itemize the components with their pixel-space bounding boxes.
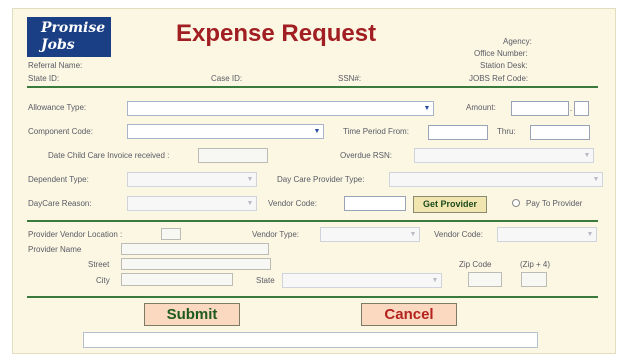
chevron-down-icon: ▼ — [423, 105, 431, 112]
referral-name-label: Referral Name: — [28, 61, 83, 70]
vendor-code-input[interactable] — [344, 196, 406, 211]
logo-line-1: Promise — [41, 20, 106, 36]
actions-divider — [27, 296, 598, 298]
vendor-type-select[interactable]: ▼ — [320, 227, 420, 242]
day-care-provider-type-label: Day Care Provider Type: — [277, 175, 365, 184]
component-code-label: Component Code: — [28, 127, 93, 136]
ssn-label: SSN#: — [338, 74, 362, 83]
chevron-down-icon: ▼ — [431, 277, 439, 284]
zip-code-label: Zip Code — [459, 260, 492, 269]
agency-label: Agency: — [503, 37, 532, 46]
chevron-down-icon: ▼ — [246, 176, 254, 183]
state-label: State — [256, 276, 275, 285]
allowance-type-select[interactable]: ▼ — [127, 101, 434, 116]
date-child-care-label: Date Child Care Invoice received : — [48, 151, 170, 160]
time-period-from-input[interactable] — [428, 125, 488, 140]
cancel-button[interactable]: Cancel — [361, 303, 457, 326]
provider-name-label: Provider Name — [28, 245, 82, 254]
promise-jobs-logo: Promise Jobs — [27, 17, 111, 57]
provider-vendor-code-select[interactable]: ▼ — [497, 227, 597, 242]
amount-dollars-input[interactable] — [511, 101, 569, 116]
case-id-label: Case ID: — [211, 74, 243, 83]
zip-code-input[interactable] — [468, 272, 502, 287]
chevron-down-icon: ▼ — [246, 200, 254, 207]
provider-vendor-location-input[interactable] — [161, 228, 181, 240]
chevron-down-icon: ▼ — [592, 176, 600, 183]
overdue-rsn-label: Overdue RSN: — [340, 151, 393, 160]
provider-divider — [27, 220, 598, 222]
overdue-rsn-select[interactable]: ▼ — [414, 148, 594, 163]
status-bar — [83, 332, 538, 348]
zip4-label: (Zip + 4) — [520, 260, 551, 269]
header-divider — [27, 86, 598, 88]
city-label: City — [96, 276, 110, 285]
chevron-down-icon: ▼ — [586, 231, 594, 238]
daycare-reason-label: DayCare Reason: — [28, 199, 92, 208]
page-title: Expense Request — [176, 20, 377, 47]
provider-vendor-code-label: Vendor Code: — [434, 230, 483, 239]
state-id-label: State ID: — [28, 74, 60, 83]
city-input[interactable] — [121, 273, 233, 286]
chevron-down-icon: ▼ — [409, 231, 417, 238]
vendor-code-label: Vendor Code: — [268, 199, 317, 208]
time-period-from-label: Time Period From: — [343, 127, 409, 136]
street-label: Street — [88, 260, 110, 269]
allowance-type-label: Allowance Type: — [28, 103, 87, 112]
amount-separator: . — [570, 104, 573, 113]
thru-input[interactable] — [530, 125, 590, 140]
amount-cents-input[interactable] — [574, 101, 589, 116]
component-code-select[interactable]: ▼ — [127, 124, 324, 139]
dependent-type-label: Dependent Type: — [28, 175, 89, 184]
chevron-down-icon: ▼ — [583, 152, 591, 159]
logo-line-2: Jobs — [41, 37, 75, 53]
pay-to-provider-radio[interactable] — [512, 199, 520, 207]
station-desk-label: Station Desk: — [480, 61, 528, 70]
office-number-label: Office Number: — [474, 49, 528, 58]
state-select[interactable]: ▼ — [282, 273, 442, 288]
date-child-care-input[interactable] — [198, 148, 268, 163]
street-input[interactable] — [121, 258, 271, 270]
zip4-input[interactable] — [521, 272, 547, 287]
pay-to-provider-label: Pay To Provider — [526, 199, 583, 208]
provider-vendor-location-label: Provider Vendor Location : — [28, 230, 123, 239]
submit-button[interactable]: Submit — [144, 303, 240, 326]
jobs-ref-code-label: JOBS Ref Code: — [469, 74, 529, 83]
day-care-provider-type-select[interactable]: ▼ — [389, 172, 603, 187]
amount-label: Amount: — [466, 103, 496, 112]
chevron-down-icon: ▼ — [313, 128, 321, 135]
provider-name-input[interactable] — [121, 243, 269, 255]
daycare-reason-select[interactable]: ▼ — [127, 196, 257, 211]
dependent-type-select[interactable]: ▼ — [127, 172, 257, 187]
vendor-type-label: Vendor Type: — [252, 230, 299, 239]
thru-label: Thru: — [497, 127, 516, 136]
get-provider-button[interactable]: Get Provider — [413, 196, 487, 213]
